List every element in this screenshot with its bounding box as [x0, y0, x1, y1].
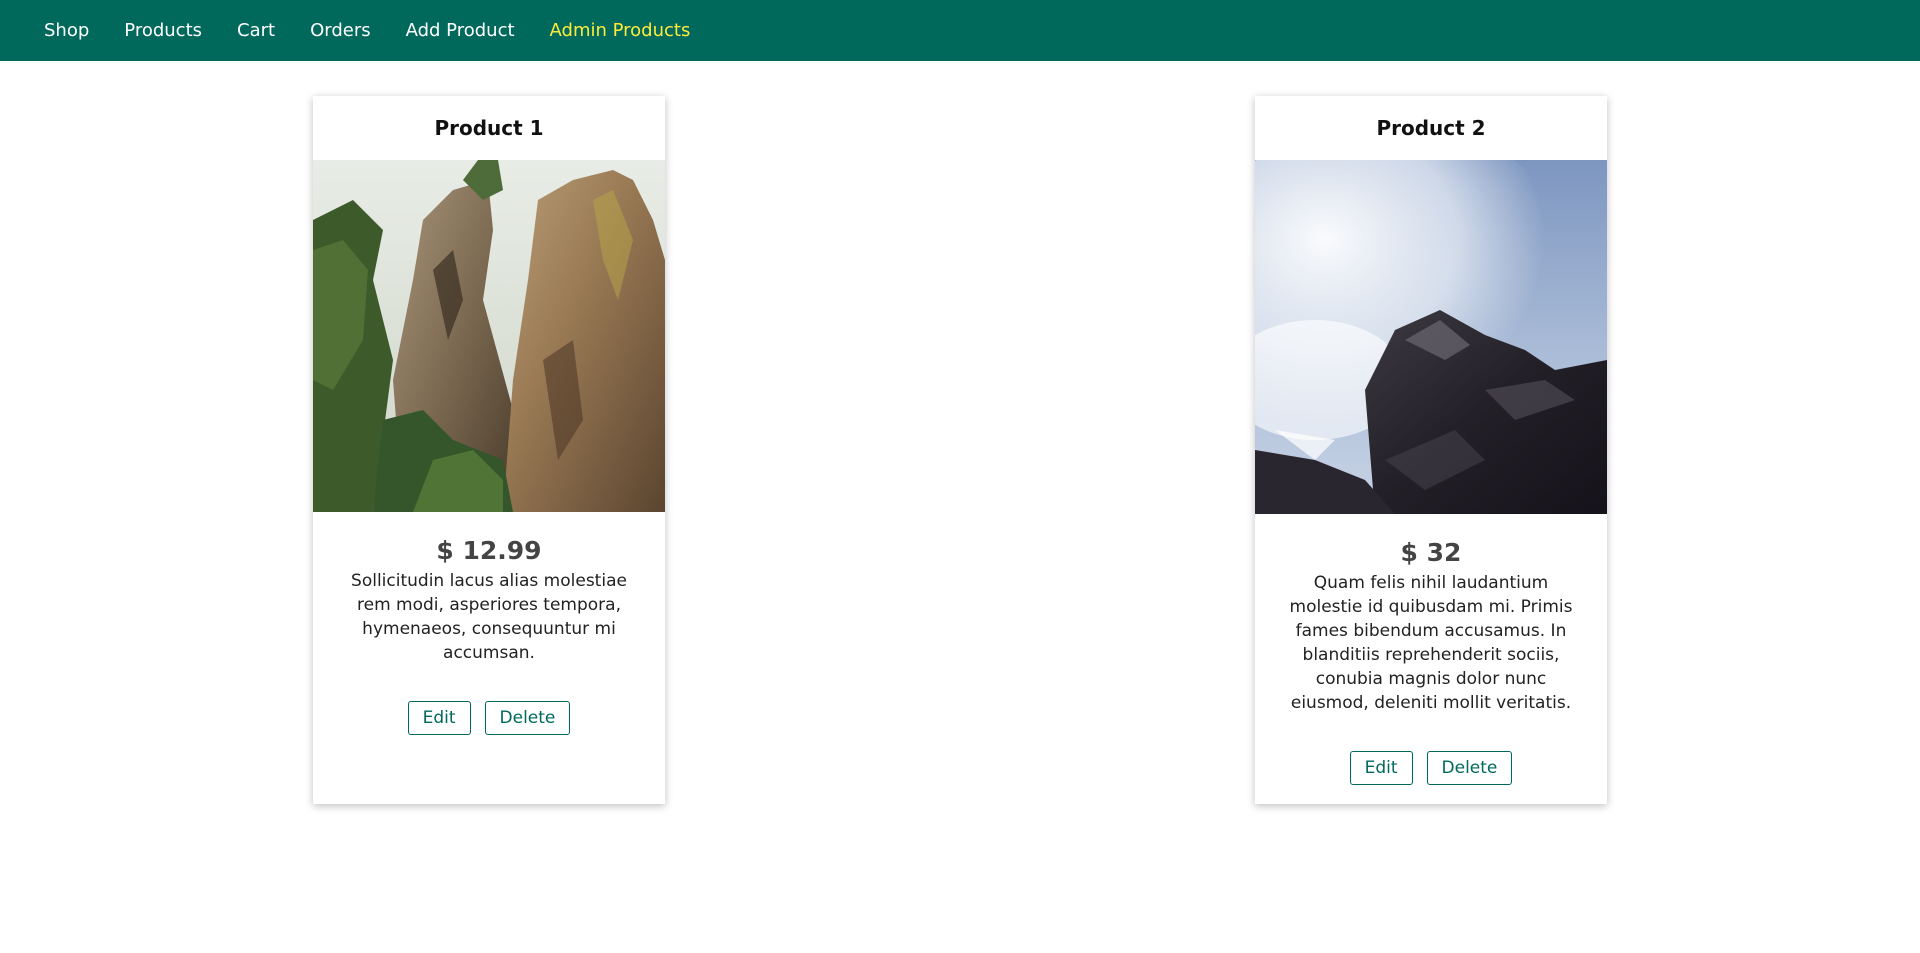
- product-description: Sollicitudin lacus alias molestiae rem m…: [351, 571, 627, 663]
- product-description: Quam felis nihil laudantium molestie id …: [1289, 573, 1573, 713]
- delete-button[interactable]: Delete: [484, 701, 571, 735]
- card-header: Product 2: [1255, 96, 1607, 160]
- edit-button[interactable]: Edit: [407, 701, 471, 735]
- product-title: Product 1: [434, 116, 544, 140]
- card-content: $ 12.99 Sollicitudin lacus alias molesti…: [313, 512, 665, 665]
- nav-item-products: Products: [124, 20, 202, 41]
- nav-item-cart: Cart: [237, 20, 275, 41]
- main-header: Shop Products Cart Orders Add Product Ad…: [0, 0, 1920, 61]
- card-content: $ 32 Quam felis nihil laudantium molesti…: [1255, 514, 1607, 715]
- nav-item-orders: Orders: [310, 20, 371, 41]
- nav-list: Shop Products Cart Orders Add Product Ad…: [44, 20, 725, 41]
- product-card: Product 1 $ 12.99 Sollicitudin lacus ali…: [313, 96, 665, 804]
- wave-rock-image: [1255, 160, 1607, 514]
- main-nav: Shop Products Cart Orders Add Product Ad…: [44, 20, 725, 41]
- product-title: Product 2: [1376, 116, 1486, 140]
- product-card: Product 2 $ 32 Quam felis nihil laudanti…: [1255, 96, 1607, 804]
- rock-cliff-image: [313, 160, 665, 512]
- card-actions: Edit Delete: [1349, 751, 1513, 785]
- nav-link-products[interactable]: Products: [124, 20, 202, 41]
- product-image: [313, 160, 665, 512]
- nav-link-add-product[interactable]: Add Product: [406, 20, 515, 41]
- nav-link-admin-products[interactable]: Admin Products: [550, 20, 691, 41]
- product-grid: Product 1 $ 12.99 Sollicitudin lacus ali…: [0, 61, 1920, 953]
- product-price: $ 32: [1400, 538, 1462, 567]
- nav-link-cart[interactable]: Cart: [237, 20, 275, 41]
- nav-item-shop: Shop: [44, 20, 89, 41]
- card-header: Product 1: [313, 96, 665, 160]
- nav-link-orders[interactable]: Orders: [310, 20, 371, 41]
- card-actions: Edit Delete: [407, 701, 571, 735]
- nav-item-admin-products: Admin Products: [550, 20, 691, 41]
- delete-button[interactable]: Delete: [1426, 751, 1513, 785]
- edit-button[interactable]: Edit: [1349, 751, 1413, 785]
- nav-item-add-product: Add Product: [406, 20, 515, 41]
- nav-link-shop[interactable]: Shop: [44, 20, 89, 41]
- product-image: [1255, 160, 1607, 514]
- product-price: $ 12.99: [436, 536, 542, 565]
